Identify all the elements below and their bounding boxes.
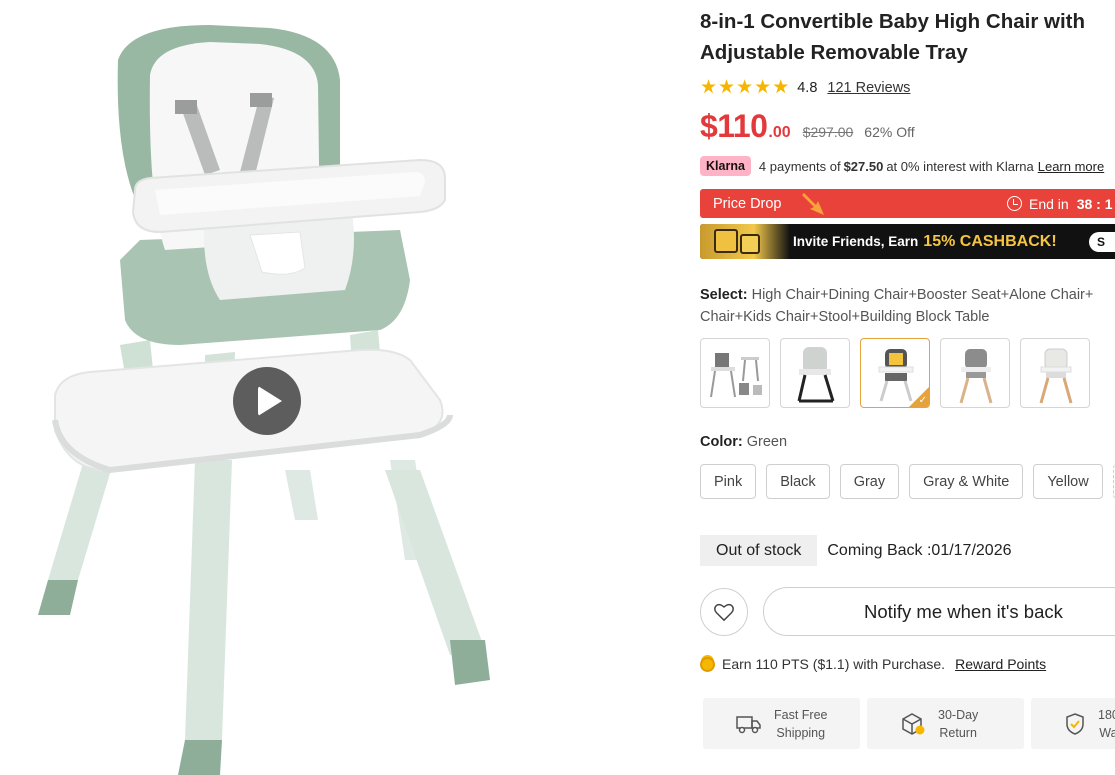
high-chair-illustration: [38, 25, 490, 775]
notify-me-button[interactable]: Notify me when it's back: [763, 587, 1115, 636]
wooden-high-chair-gray-thumb: [959, 349, 993, 404]
current-price-cents: .00: [768, 124, 791, 141]
reward-points-link[interactable]: Reward Points: [955, 656, 1046, 672]
select-label: Select:: [700, 287, 748, 303]
rating-value: 4.8: [797, 80, 818, 96]
stock-status-row: Out of stock Coming Back :01/17/2026: [700, 535, 1012, 566]
service-perks: Fast Free Shipping 30-Day Return 180 Wa: [703, 698, 1115, 749]
rating-row: ★ ★ ★ ★ ★ 4.8 121 Reviews: [700, 78, 910, 98]
out-of-stock-badge: Out of stock: [700, 535, 818, 566]
klarna-logo: Klarna: [700, 156, 751, 176]
product-title: 8-in-1 Convertible Baby High Chair with …: [700, 10, 1085, 64]
variant-thumb-4[interactable]: [940, 338, 1010, 408]
color-options: Pink Black Gray Gray & White Yellow: [700, 464, 1115, 499]
color-option-line: Color: Green: [700, 434, 787, 450]
play-video-button[interactable]: [233, 367, 301, 435]
high-chair-set-thumb: [710, 353, 762, 398]
color-option-black[interactable]: Black: [766, 464, 830, 499]
variant-thumb-2[interactable]: [780, 338, 850, 408]
invite-text-main: Invite Friends, Earn: [793, 234, 919, 249]
clock-icon: [1007, 196, 1022, 211]
color-option-pink[interactable]: Pink: [700, 464, 757, 499]
color-label: Color:: [700, 434, 743, 450]
star-icon: ★: [700, 77, 718, 98]
gift-bag-icon: [714, 229, 738, 253]
variant-thumb-3-selected[interactable]: ✓: [860, 338, 930, 408]
product-image-area[interactable]: [0, 0, 690, 775]
reviews-link[interactable]: 121 Reviews: [827, 80, 910, 96]
perk-30-day-return: 30-Day Return: [867, 698, 1024, 749]
perk-label: Fast Free Shipping: [774, 707, 828, 740]
coming-back-date: Coming Back :01/17/2026: [827, 541, 1012, 559]
countdown-label: End in: [1029, 195, 1069, 212]
star-icon: ★: [754, 77, 772, 98]
color-option-yellow[interactable]: Yellow: [1033, 464, 1103, 499]
star-icon: ★: [718, 77, 736, 98]
play-icon: [258, 386, 282, 416]
gift-bag-icon: [740, 234, 760, 254]
klarna-text-after: at 0% interest with Klarna: [886, 158, 1034, 174]
perk-label: 180 Wa: [1098, 707, 1115, 740]
original-price: $297.00: [802, 124, 854, 140]
select-value: High Chair+Dining Chair+Booster Seat+Alo…: [700, 287, 1094, 325]
star-icon: ★: [736, 77, 754, 98]
invite-text: Invite Friends, Earn 15% CASHBACK!: [793, 224, 1057, 259]
klarna-text-before: 4 payments of: [758, 158, 841, 174]
star-icon: ★: [772, 77, 790, 98]
wooden-high-chair-white-thumb: [1039, 348, 1073, 404]
product-info-panel: 8-in-1 Convertible Baby High Chair with …: [700, 0, 1115, 775]
color-option-gray[interactable]: Gray: [839, 464, 900, 499]
discount-label: 62% Off: [864, 124, 915, 140]
foldable-high-chair-thumb: [797, 347, 835, 403]
down-arrow-icon: [802, 193, 824, 215]
select-option-line: Select: High Chair+Dining Chair+Booster …: [700, 284, 1115, 328]
color-value: Green: [746, 434, 788, 450]
countdown-timer: End in 38 : 1: [1007, 189, 1113, 218]
perk-warranty: 180 Wa: [1031, 698, 1115, 749]
points-row: Earn 110 PTS ($1.1) with Purchase. Rewar…: [700, 656, 1046, 672]
price-drop-label: Price Drop: [713, 195, 782, 212]
wishlist-button[interactable]: [700, 587, 748, 636]
rating-stars: ★ ★ ★ ★ ★: [700, 78, 789, 98]
action-row: Notify me when it's back: [700, 587, 1115, 636]
price-drop-banner: Price Drop End in 38 : 1: [700, 189, 1115, 218]
klarna-learn-more-link[interactable]: Learn more: [1038, 159, 1104, 174]
truck-icon: [736, 715, 761, 733]
color-option-gray-white[interactable]: Gray & White: [909, 464, 1024, 499]
current-price: $110: [700, 108, 768, 144]
perk-free-shipping: Fast Free Shipping: [703, 698, 860, 749]
invite-share-button[interactable]: S: [1089, 232, 1115, 252]
cashback-highlight: 15% CASHBACK!: [923, 232, 1057, 250]
variant-thumb-1[interactable]: [700, 338, 770, 408]
heart-icon: [714, 603, 734, 621]
perk-label: 30-Day Return: [938, 707, 979, 740]
coin-icon: [700, 656, 715, 672]
return-box-icon: [902, 712, 925, 735]
countdown-time: 38 : 1: [1076, 195, 1113, 212]
variant-thumbnails: ✓: [700, 338, 1090, 408]
points-text: Earn 110 PTS ($1.1) with Purchase.: [722, 656, 946, 672]
variant-thumb-5[interactable]: [1020, 338, 1090, 408]
shield-check-icon: [1066, 712, 1084, 735]
invite-friends-banner[interactable]: Invite Friends, Earn 15% CASHBACK! S: [700, 224, 1115, 259]
klarna-amount: $27.50: [843, 158, 884, 174]
check-icon: ✓: [918, 395, 927, 406]
price-row: $110 .00 $297.00 62% Off: [700, 108, 915, 145]
klarna-row: Klarna 4 payments of $27.50 at 0% intere…: [700, 156, 1104, 176]
